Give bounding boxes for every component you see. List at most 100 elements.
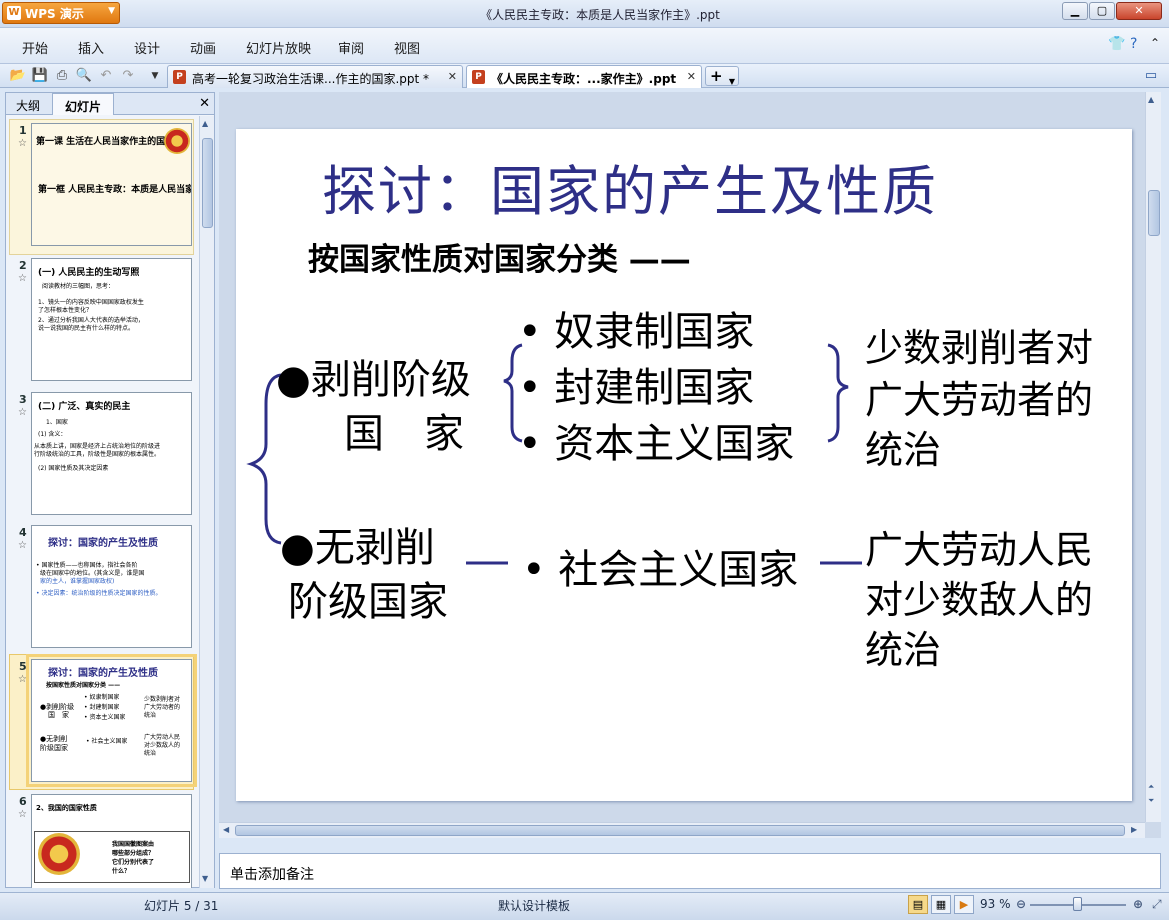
template-name: 默认设计模板 [498, 899, 571, 913]
scroll-right-icon[interactable]: ▶ [1131, 825, 1137, 834]
thumbnail-scrollbar[interactable]: ▲ ▼ [199, 116, 214, 888]
tab-outline[interactable]: 大纲 [6, 93, 50, 115]
scroll-up-icon[interactable]: ▲ [1148, 95, 1154, 104]
next-slide-icon[interactable]: ⏷ [1148, 796, 1154, 806]
scroll-left-icon[interactable]: ◀ [223, 825, 229, 834]
menu-design[interactable]: 设计 [134, 38, 160, 57]
thumbnail-text: • 决定因素：统治阶级的性质决定国家的性质。 [36, 590, 162, 597]
minimize-button[interactable]: ▁ [1062, 2, 1088, 20]
star-icon: ☆ [18, 273, 27, 284]
exploit-nature-line-2[interactable]: 广大劳动者的 [865, 369, 1093, 424]
menu-home[interactable]: 开始 [22, 38, 48, 57]
thumbnail-text: (二) 广泛、真实的民主 [38, 402, 131, 412]
editor-vertical-scrollbar[interactable]: ▲ ⏶ ⏷ [1145, 92, 1161, 822]
thumbnail-slide-1[interactable]: 第一课 生活在人民当家作主的国家 第一框 人民民主专政：本质是人民当家作主 [31, 123, 192, 246]
states-right-bracket [827, 343, 849, 443]
star-icon: ☆ [18, 540, 27, 551]
socialist-state-item[interactable]: • 社会主义国家 [522, 537, 798, 595]
save-icon[interactable]: 💾 [31, 67, 49, 85]
scrollbar-thumb[interactable] [1148, 190, 1160, 236]
menu-view[interactable]: 视图 [394, 38, 420, 57]
thumbnail-text: 国 家 [48, 711, 69, 719]
menu-review[interactable]: 审阅 [338, 38, 364, 57]
thumbnail-slide-3[interactable]: (二) 广泛、真实的民主 1、国家 (1) 含义： 从本质上讲，国家是经济上占统… [31, 392, 192, 515]
thumbnail-list: 1 ☆ 第一课 生活在人民当家作主的国家 第一框 人民民主专政：本质是人民当家作… [6, 116, 198, 888]
skin-icon[interactable]: 👕 [1108, 36, 1125, 52]
quick-toolbar: 📂 💾 ⎙ 🔍 ↶ ↷ ▼ P 高考一轮复习政治生活课...作主的国家.ppt … [0, 64, 1169, 88]
print-icon[interactable]: ⎙ [53, 67, 71, 85]
chevron-down-icon: ▼ [108, 6, 115, 16]
thumbnail-text: 行阶级统治的工具，阶级性是国家的根本属性。 [34, 451, 161, 458]
app-name: WPS 演示 [25, 6, 84, 21]
redo-icon[interactable]: ↷ [119, 67, 137, 85]
ribbon-toggle-icon[interactable]: ⌃ [1150, 36, 1160, 50]
thumbnail-slide-2[interactable]: (一) 人民民主的生动写照 阅读教材的三幅图，思考： 1、镜头一的内容反映中国国… [31, 258, 192, 381]
new-tab-button[interactable]: + ▼ [705, 66, 739, 86]
socialist-nature-line-2[interactable]: 对少数敌人的 [865, 569, 1093, 624]
menu-animation[interactable]: 动画 [190, 38, 216, 57]
feudal-state-item[interactable]: • 封建制国家 [518, 355, 754, 413]
thumbnail-text: (1) 含义： [38, 431, 67, 438]
customize-toolbar-icon[interactable]: ▼ [146, 67, 164, 85]
slave-state-item[interactable]: • 奴隶制国家 [518, 299, 754, 357]
scroll-down-icon[interactable]: ▼ [202, 874, 208, 883]
menu-insert[interactable]: 插入 [78, 38, 104, 57]
undo-icon[interactable]: ↶ [97, 67, 115, 85]
document-tab-1[interactable]: P 高考一轮复习政治生活课...作主的国家.ppt * ✕ [167, 65, 463, 88]
socialist-nature-line-1[interactable]: 广大劳动人民 [865, 519, 1093, 574]
non-exploiting-state-label-2[interactable]: 阶级国家 [288, 569, 448, 627]
wps-logo-icon: W [7, 6, 21, 20]
thumbnail-text: (2) 国家性质及其决定因素 [38, 465, 109, 472]
close-tab-icon[interactable]: ✕ [687, 70, 696, 83]
tab-slides[interactable]: 幻灯片 [52, 93, 114, 115]
exploiting-class-state-label[interactable]: ●剥削阶级 [276, 347, 471, 405]
normal-view-icon[interactable]: ▤ [908, 895, 928, 914]
scroll-up-icon[interactable]: ▲ [202, 119, 208, 128]
thumbnail-text: 统治 [144, 750, 157, 757]
socialist-nature-line-3[interactable]: 统治 [865, 619, 941, 674]
close-pane-icon[interactable]: ✕ [199, 96, 210, 111]
app-menu-button[interactable]: W WPS 演示 ▼ [2, 2, 120, 24]
thumbnail-number: 6 [19, 795, 27, 808]
print-preview-icon[interactable]: 🔍 [75, 67, 93, 85]
thumbnail-text: 阶级国家 [40, 744, 68, 752]
star-icon: ☆ [18, 138, 27, 149]
slide-sorter-view-icon[interactable]: ▦ [931, 895, 951, 914]
prev-slide-icon[interactable]: ⏶ [1148, 782, 1154, 792]
open-folder-icon[interactable]: 📂 [9, 67, 27, 85]
national-emblem-icon [38, 833, 80, 875]
thumbnail-slide-6[interactable]: 2、我国的国家性质 我国国徽图案由 哪些部分组成？ 它们分别代表了 什么？ [31, 794, 192, 888]
scrollbar-thumb[interactable] [202, 138, 213, 228]
menu-bar: 开始 插入 设计 动画 幻灯片放映 审阅 视图 👕 ? ⌃ [0, 28, 1169, 64]
tab-list-icon[interactable]: ▭ [1142, 67, 1160, 85]
capitalist-state-item[interactable]: • 资本主义国家 [518, 411, 794, 469]
zoom-in-icon[interactable]: ⊕ [1133, 897, 1143, 911]
document-tab-2[interactable]: P 《人民民主专政：...家作主》.ppt ✕ [466, 65, 702, 88]
national-emblem-icon [164, 128, 190, 154]
close-tab-icon[interactable]: ✕ [448, 70, 457, 83]
help-icon[interactable]: ? [1130, 36, 1137, 52]
maximize-button[interactable]: ▢ [1089, 2, 1115, 20]
exploiting-class-state-label-2[interactable]: 国 家 [344, 401, 464, 459]
thumbnail-text: 第一框 人民民主专政：本质是人民当家作主 [38, 185, 191, 195]
zoom-out-icon[interactable]: ⊖ [1016, 897, 1026, 911]
pane-tabs: 大纲 幻灯片 ✕ [6, 93, 214, 115]
thumbnail-text: 探讨：国家的产生及性质 [48, 668, 158, 679]
close-button[interactable]: ✕ [1116, 2, 1162, 20]
exploit-nature-line-1[interactable]: 少数剥削者对 [865, 317, 1093, 372]
non-exploiting-state-label[interactable]: ●无剥削 [280, 515, 435, 573]
thumbnail-slide-5[interactable]: 探讨：国家的产生及性质 按国家性质对国家分类 —— ●剥削阶级 国 家 • 奴隶… [26, 654, 197, 787]
exploit-nature-line-3[interactable]: 统治 [865, 419, 941, 474]
thumbnail-text: 阅读教材的三幅图，思考： [42, 283, 115, 290]
slideshow-view-icon[interactable]: ▶ [954, 895, 974, 914]
fit-window-icon[interactable]: ⤢ [1152, 897, 1162, 912]
editor-horizontal-scrollbar[interactable]: ◀ ▶ [219, 822, 1145, 838]
thumbnail-text: 1、国家 [46, 419, 68, 426]
menu-slideshow[interactable]: 幻灯片放映 [246, 38, 311, 57]
thumbnail-slide-4[interactable]: 探讨：国家的产生及性质 • 国家性质——也称国体，指社会各阶 级在国家中的地位。… [31, 525, 192, 648]
ppt-file-icon: P [472, 70, 485, 84]
notes-pane[interactable]: 单击添加备注 [219, 853, 1161, 889]
slide-canvas[interactable]: 探讨：国家的产生及性质 按国家性质对国家分类 —— ●剥削阶级 国 家 • 奴隶… [236, 129, 1132, 801]
zoom-slider-handle[interactable] [1073, 897, 1082, 911]
scrollbar-thumb[interactable] [235, 825, 1125, 836]
